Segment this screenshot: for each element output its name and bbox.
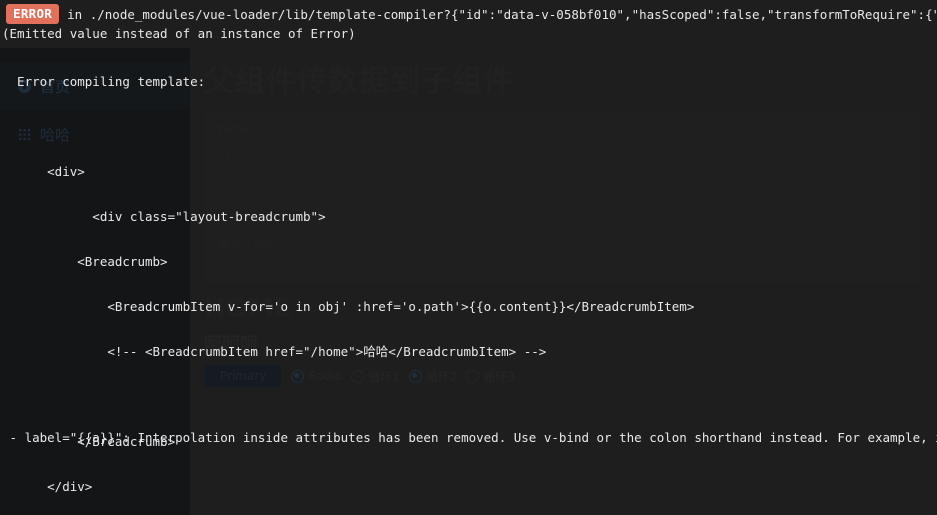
template-line: <Breadcrumb> — [2, 254, 168, 269]
error-header-line: ERROR in ./node_modules/vue-loader/lib/t… — [0, 4, 937, 24]
status-badge: ERROR — [6, 4, 60, 24]
interpolation-warning: - label="{{a}}": Interpolation inside at… — [2, 430, 937, 445]
template-line: <BreadcrumbItem v-for='o in obj' :href='… — [2, 299, 695, 314]
emitted-value-line: (Emitted value instead of an instance of… — [2, 26, 356, 41]
webpack-error-overlay-screen: 首页 哈哈 父组件传数据到子组件 haha 1 2 3 输入内容为: 首页 / … — [0, 0, 937, 515]
compile-error-heading: Error compiling template: — [2, 74, 206, 89]
template-line: <div class="layout-breadcrumb"> — [2, 209, 326, 224]
template-line — [2, 119, 937, 134]
overlay-header-block: ERROR in ./node_modules/vue-loader/lib/t… — [0, 0, 937, 48]
error-footer: - label="{{a}}": Interpolation inside at… — [2, 400, 937, 515]
error-source-path: in ./node_modules/vue-loader/lib/templat… — [67, 6, 937, 22]
template-line: <div> — [2, 164, 85, 179]
error-overlay: ERROR in ./node_modules/vue-loader/lib/t… — [0, 0, 937, 515]
template-line: <!-- <BreadcrumbItem href="/home">哈哈</Br… — [2, 344, 547, 359]
